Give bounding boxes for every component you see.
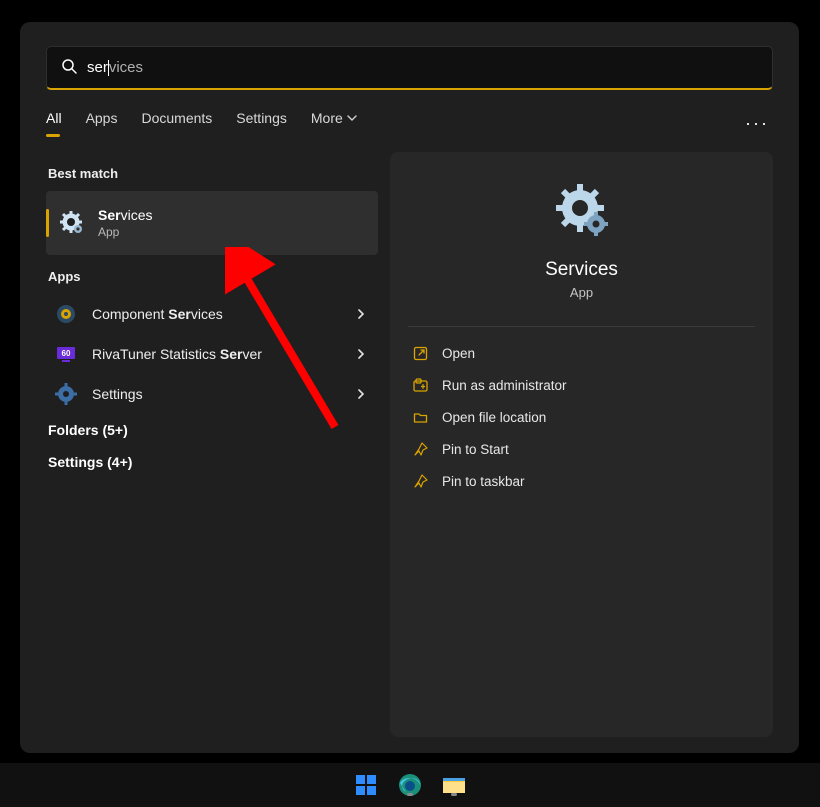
result-label: RivaTuner Statistics Server bbox=[92, 346, 342, 362]
action-pin-start[interactable]: Pin to Start bbox=[406, 433, 757, 465]
search-text: services bbox=[87, 59, 143, 76]
search-input[interactable]: services bbox=[46, 46, 773, 90]
services-app-icon bbox=[554, 182, 610, 241]
file-explorer-icon[interactable] bbox=[441, 772, 467, 798]
result-subtitle: App bbox=[98, 225, 152, 239]
pin-icon bbox=[412, 473, 428, 489]
svg-text:60: 60 bbox=[62, 349, 71, 358]
pin-icon bbox=[412, 441, 428, 457]
tab-settings[interactable]: Settings bbox=[236, 110, 287, 136]
action-list: Open Run as administrator Open file loca… bbox=[406, 337, 757, 497]
action-label: Open file location bbox=[442, 410, 546, 425]
chevron-down-icon bbox=[347, 110, 357, 126]
chevron-right-icon bbox=[356, 387, 366, 402]
result-settings[interactable]: Settings bbox=[46, 374, 378, 414]
settings-gear-icon bbox=[54, 382, 78, 406]
result-component-services[interactable]: Component Services bbox=[46, 294, 378, 334]
overflow-menu-button[interactable]: ··· bbox=[745, 113, 773, 134]
action-pin-taskbar[interactable]: Pin to taskbar bbox=[406, 465, 757, 497]
detail-pane: Services App Open Run as administrator bbox=[390, 152, 773, 737]
folder-icon bbox=[412, 409, 428, 425]
component-services-icon bbox=[54, 302, 78, 326]
result-best-match[interactable]: Services App bbox=[46, 191, 378, 255]
chevron-right-icon bbox=[356, 347, 366, 362]
result-label: Component Services bbox=[92, 306, 342, 322]
search-icon bbox=[61, 58, 77, 77]
start-button[interactable] bbox=[353, 772, 379, 798]
tab-documents[interactable]: Documents bbox=[141, 110, 212, 136]
tab-more[interactable]: More bbox=[311, 110, 357, 136]
result-label: Settings bbox=[92, 386, 342, 402]
results-list: Best match bbox=[46, 152, 378, 737]
action-label: Pin to Start bbox=[442, 442, 509, 457]
action-label: Run as administrator bbox=[442, 378, 567, 393]
action-label: Pin to taskbar bbox=[442, 474, 525, 489]
edge-browser-icon[interactable] bbox=[397, 772, 423, 798]
result-title: Services bbox=[98, 207, 152, 223]
result-rivatuner[interactable]: 60 RivaTuner Statistics Server bbox=[46, 334, 378, 374]
detail-subtitle: App bbox=[570, 285, 593, 300]
taskbar bbox=[0, 763, 820, 807]
chevron-right-icon bbox=[356, 307, 366, 322]
detail-title: Services bbox=[545, 259, 618, 281]
tab-all[interactable]: All bbox=[46, 110, 62, 136]
result-folders[interactable]: Folders (5+) bbox=[46, 414, 378, 446]
section-best-match: Best match bbox=[48, 166, 378, 181]
gear-icon bbox=[60, 211, 84, 235]
action-open-location[interactable]: Open file location bbox=[406, 401, 757, 433]
open-icon bbox=[412, 345, 428, 361]
active-tab-indicator bbox=[46, 134, 60, 137]
shield-icon bbox=[412, 377, 428, 393]
separator bbox=[408, 326, 755, 327]
action-label: Open bbox=[442, 346, 475, 361]
filter-tabs: All Apps Documents Settings More ··· bbox=[46, 110, 773, 136]
start-search-panel: services All Apps Documents Settings Mor… bbox=[20, 22, 799, 753]
tab-apps[interactable]: Apps bbox=[86, 110, 118, 136]
action-open[interactable]: Open bbox=[406, 337, 757, 369]
rivatuner-icon: 60 bbox=[54, 342, 78, 366]
action-run-admin[interactable]: Run as administrator bbox=[406, 369, 757, 401]
section-apps: Apps bbox=[48, 269, 378, 284]
result-settings-group[interactable]: Settings (4+) bbox=[46, 446, 378, 478]
